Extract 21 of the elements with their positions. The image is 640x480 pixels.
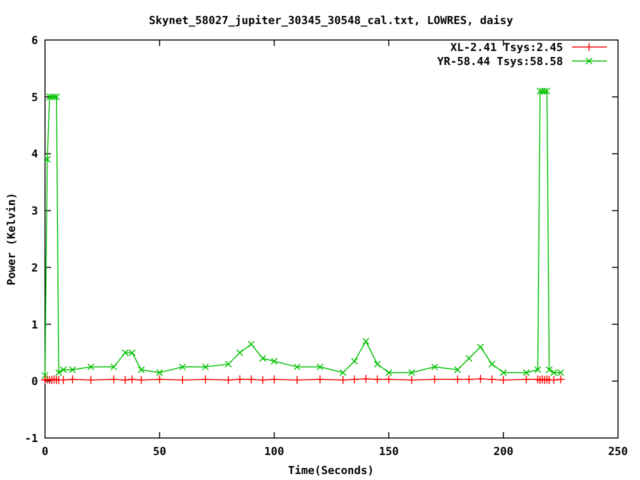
y-tick-label: 1 — [31, 318, 38, 332]
x-tick-label: 0 — [42, 445, 48, 458]
y-tick-label: 5 — [31, 90, 38, 104]
x-tick-label: 100 — [264, 445, 284, 458]
x-tick-label: 250 — [608, 445, 628, 458]
y-tick-label: 4 — [31, 148, 38, 161]
x-tick-label: 200 — [493, 445, 514, 458]
x-tick-label: 150 — [378, 445, 399, 458]
y-tick-label: 2 — [31, 261, 38, 274]
legend-swatch — [572, 42, 608, 52]
y-tick-label: 3 — [31, 204, 38, 218]
x-axis-label: Time(Seconds) — [288, 464, 374, 477]
y-tick-label: 6 — [31, 34, 38, 47]
chart-title: Skynet_58027_jupiter_30345_30548_cal.txt, LOWRES, daisy — [148, 14, 514, 27]
legend-label: YR-58.44 Tsys:58.58 — [437, 55, 563, 68]
y-tick-label: -1 — [24, 432, 38, 445]
legend-swatch — [572, 58, 608, 64]
legend-label: XL-2.41 Tsys:2.45 — [450, 41, 563, 54]
x-tick-label: 50 — [152, 445, 166, 458]
y-tick-label: 0 — [31, 375, 38, 388]
y-axis-label: Power (Kelvin) — [5, 192, 18, 286]
